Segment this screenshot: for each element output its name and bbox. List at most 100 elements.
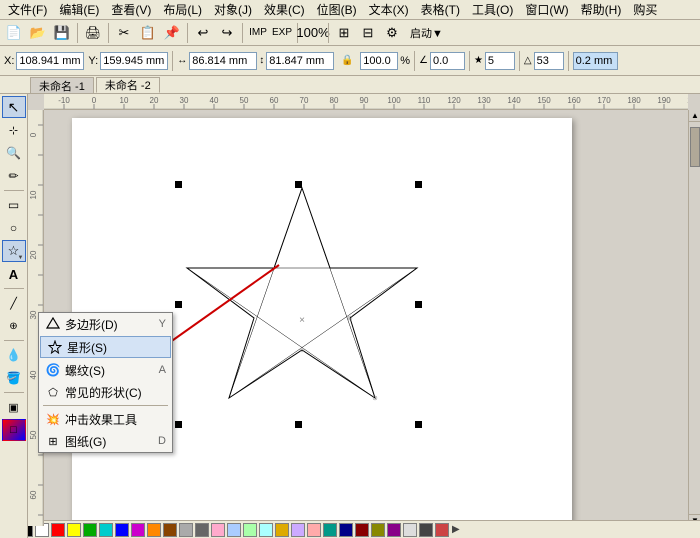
scale-input[interactable] [360, 52, 398, 70]
zoom-button[interactable]: 100% [302, 22, 324, 44]
menu-item-shapes[interactable]: ⬠ 常见的形状(C) [39, 381, 172, 403]
tool-text[interactable]: A [2, 263, 26, 285]
tool-zoom[interactable]: 🔍 [2, 142, 26, 164]
palette-cyan[interactable] [99, 523, 113, 537]
scrollbar-vertical[interactable]: ▲ ▼ [688, 110, 700, 526]
palette-blue[interactable] [115, 523, 129, 537]
menu-item-help[interactable]: 帮助(H) [575, 0, 628, 20]
palette-lavender[interactable] [291, 523, 305, 537]
snap-button[interactable]: ⊞ [333, 22, 355, 44]
menu-item-polygon[interactable]: 多边形(D) Y [39, 313, 172, 335]
menu-item-spiral[interactable]: 🌀 螺纹(S) A [39, 359, 172, 381]
redo-button[interactable]: ↪ [216, 22, 238, 44]
palette-gray1[interactable] [179, 523, 193, 537]
points-input[interactable] [485, 52, 515, 70]
new-button[interactable]: 📄 [3, 22, 25, 44]
palette-expand[interactable]: ▶ [452, 524, 460, 535]
tool-connector[interactable]: ╱ [2, 292, 26, 314]
menu-item-layout[interactable]: 布局(L) [157, 0, 208, 20]
svg-text:10: 10 [120, 96, 129, 105]
menu-item-object[interactable]: 对象(J) [208, 0, 258, 20]
scroll-up-button[interactable]: ▲ [689, 110, 700, 122]
cut-button[interactable]: ✂ [113, 22, 135, 44]
main-area: ↖ ⊹ 🔍 ✏ ▭ ○ ☆ ▼ A ╱ ⊕ 💧 🪣 ▣ □ // drawn [0, 94, 700, 538]
palette-red2[interactable] [435, 523, 449, 537]
menu-star-label: 星形(S) [67, 339, 107, 356]
menu-item-buy[interactable]: 购买 [627, 0, 663, 20]
print-button[interactable]: 🖨 [82, 22, 104, 44]
palette-gold[interactable] [275, 523, 289, 537]
angle-input[interactable] [430, 52, 465, 70]
menu-item-graph[interactable]: ⊞ 图纸(G) D [39, 430, 172, 452]
menu-item-bitmap[interactable]: 位图(B) [311, 0, 363, 20]
palette-green[interactable] [83, 523, 97, 537]
copy-button[interactable]: 📋 [137, 22, 159, 44]
palette-ltgray[interactable] [403, 523, 417, 537]
settings-button[interactable]: ⚙ [381, 22, 403, 44]
menu-item-file[interactable]: 文件(F) [2, 0, 53, 20]
palette-brown[interactable] [163, 523, 177, 537]
palette-red[interactable] [51, 523, 65, 537]
x-input[interactable] [16, 52, 84, 70]
export-button[interactable]: EXP [271, 22, 293, 44]
menu-item-effects[interactable]: 效果(C) [258, 0, 311, 20]
toolbar2: X: Y: ↔ ↕ 🔒 % ∠ ★ △ [0, 46, 700, 76]
lock-ratio-button[interactable]: 🔒 [336, 50, 358, 72]
save-button[interactable]: 💾 [51, 22, 73, 44]
paste-button[interactable]: 📌 [161, 22, 183, 44]
menu-item-tools[interactable]: 工具(O) [466, 0, 519, 20]
palette-navy[interactable] [339, 523, 353, 537]
menu-item-table[interactable]: 表格(T) [415, 0, 466, 20]
palette-magenta[interactable] [131, 523, 145, 537]
height-input[interactable] [266, 52, 334, 70]
palette-maroon[interactable] [355, 523, 369, 537]
palette-orange[interactable] [147, 523, 161, 537]
tool-color[interactable]: □ [2, 419, 26, 441]
tool-rectangle[interactable]: ▭ [2, 194, 26, 216]
palette-dkgray[interactable] [419, 523, 433, 537]
palette-gray2[interactable] [195, 523, 209, 537]
menu-item-text[interactable]: 文本(X) [363, 0, 415, 20]
tab-1[interactable]: 未命名 -1 [30, 77, 94, 93]
handle-bc [295, 421, 302, 428]
width-input[interactable] [189, 52, 257, 70]
menu-item-window[interactable]: 窗口(W) [519, 0, 574, 20]
open-button[interactable]: 📂 [27, 22, 49, 44]
tool-fill[interactable]: 🪣 [2, 367, 26, 389]
svg-text:40: 40 [29, 370, 38, 379]
grid-button[interactable]: ⊟ [357, 22, 379, 44]
menu-item-edit[interactable]: 编辑(E) [53, 0, 105, 20]
tool-freehand[interactable]: ✏ [2, 165, 26, 187]
palette-purple[interactable] [387, 523, 401, 537]
tool-eyedropper[interactable]: 💧 [2, 344, 26, 366]
y-input[interactable] [100, 52, 168, 70]
tool-node[interactable]: ⊹ [2, 119, 26, 141]
spiral-icon: 🌀 [45, 362, 61, 378]
palette-yellow[interactable] [67, 523, 81, 537]
tab-2[interactable]: 未命名 -2 [96, 77, 160, 93]
import-button[interactable]: IMP [247, 22, 269, 44]
menu-item-star[interactable]: 星形(S) [40, 336, 171, 358]
menu-item-impact[interactable]: 💥 冲击效果工具 [39, 408, 172, 430]
undo-button[interactable]: ↩ [192, 22, 214, 44]
palette-ltcyan[interactable] [259, 523, 273, 537]
palette-salmon[interactable] [307, 523, 321, 537]
menu-item-view[interactable]: 查看(V) [105, 0, 157, 20]
tool-outline[interactable]: ▣ [2, 396, 26, 418]
tool-ellipse[interactable]: ○ [2, 217, 26, 239]
palette-ltblue[interactable] [227, 523, 241, 537]
svg-text:10: 10 [29, 190, 38, 199]
size-input[interactable] [573, 52, 618, 70]
palette-lime[interactable] [243, 523, 257, 537]
tool-polygon[interactable]: ☆ ▼ [2, 240, 26, 262]
start-button[interactable]: 启动▼ [405, 22, 448, 44]
svg-text:50: 50 [240, 96, 249, 105]
palette-olive[interactable] [371, 523, 385, 537]
tool-interactive[interactable]: ⊕ [2, 315, 26, 337]
palette-teal[interactable] [323, 523, 337, 537]
sharp-input[interactable] [534, 52, 564, 70]
tool-select[interactable]: ↖ [2, 96, 26, 118]
scroll-thumb-v[interactable] [690, 127, 700, 167]
toolbox: ↖ ⊹ 🔍 ✏ ▭ ○ ☆ ▼ A ╱ ⊕ 💧 🪣 ▣ □ [0, 94, 28, 538]
palette-pink[interactable] [211, 523, 225, 537]
